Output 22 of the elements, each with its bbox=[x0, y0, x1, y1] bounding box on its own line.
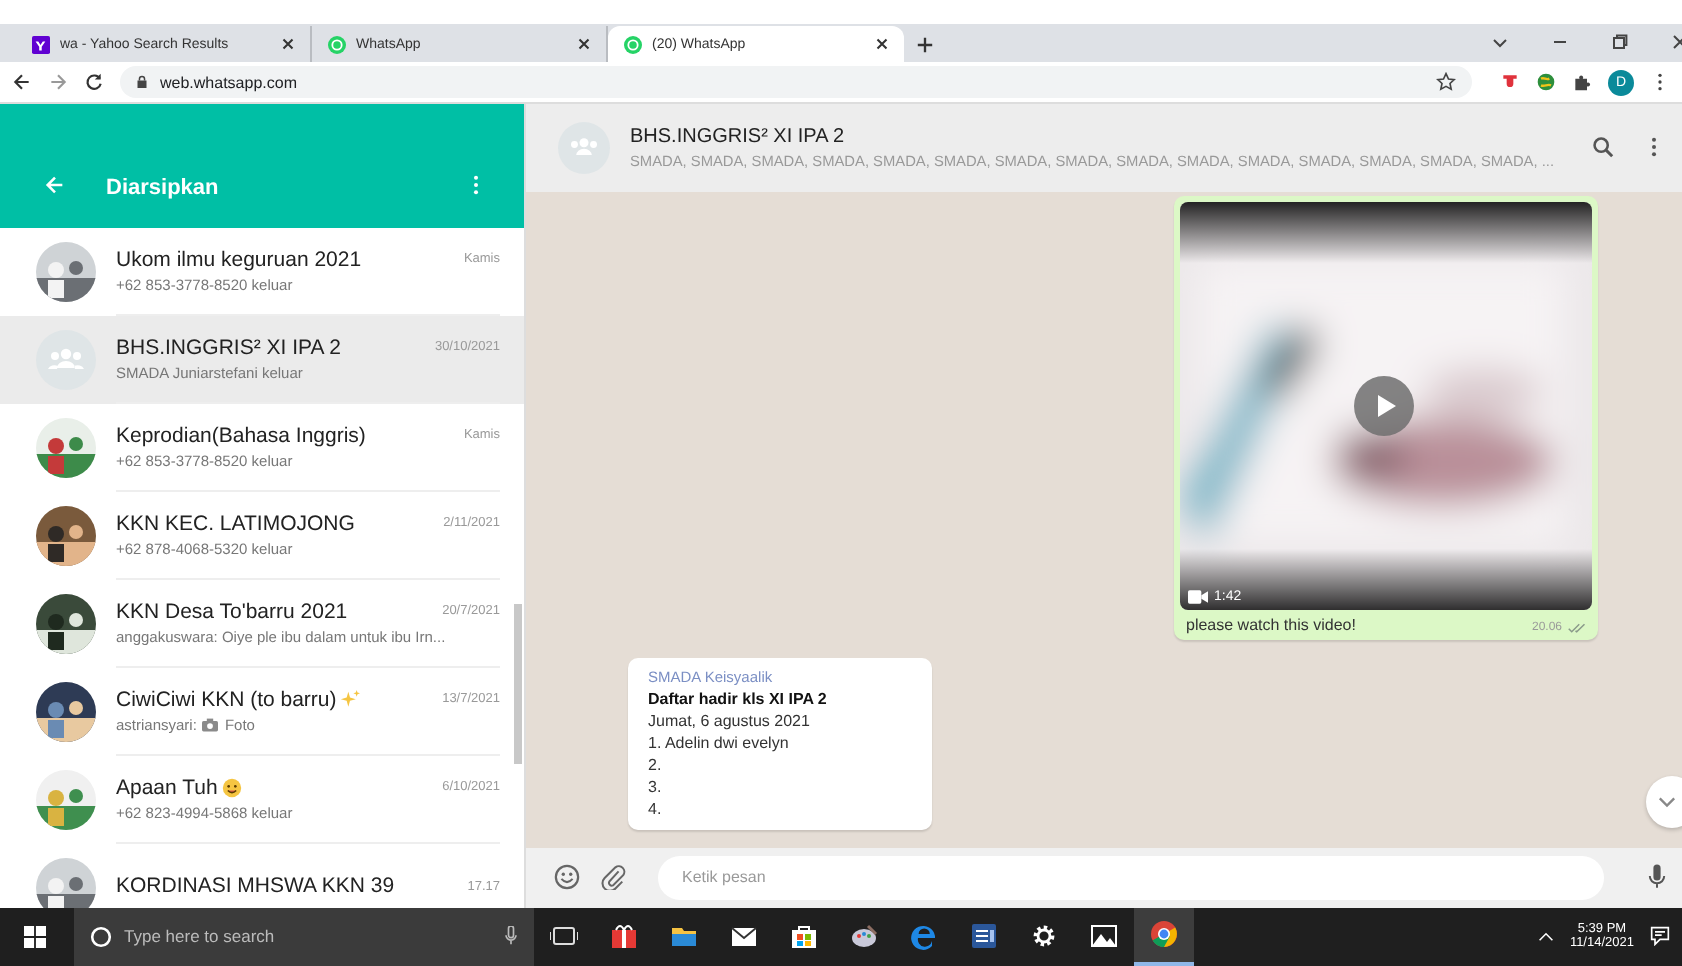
message-heading: Daftar hadir kls XI IPA 2 bbox=[648, 689, 829, 708]
chat-name: Apaan Tuh bbox=[116, 775, 218, 800]
header-title: Diarsipkan bbox=[106, 175, 221, 200]
message-line: 2. bbox=[648, 755, 664, 774]
search-placeholder: Type here to search bbox=[124, 926, 275, 947]
message-line: Jumat, 6 agustus 2021 bbox=[648, 711, 812, 730]
chat-name: Keprodian(Bahasa Inggris) bbox=[116, 423, 366, 448]
chat-name: CiwiCiwi KKN (to barru) bbox=[116, 687, 337, 712]
chat-name: KORDINASI MHSWA KKN 39 bbox=[116, 874, 395, 899]
message-line: 3. bbox=[648, 777, 664, 796]
chat-name: Ukom ilmu keguruan 2021 bbox=[116, 247, 362, 272]
chat-title[interactable]: BHS.INGGRIS² XI IPA 2 bbox=[630, 125, 1556, 148]
message-text: please watch this video! bbox=[1186, 615, 1358, 634]
message-line: 1. Adelin dwi evelyn bbox=[648, 733, 791, 752]
chat-name: KKN Desa To'barru 2021 bbox=[116, 599, 348, 624]
message-line: 4. bbox=[648, 799, 664, 818]
chat-name: BHS.INGGRIS² XI IPA 2 bbox=[116, 335, 341, 360]
url-text: web.whatsapp.com bbox=[160, 73, 297, 92]
taskbar-search-field[interactable]: Type here to search bbox=[74, 907, 534, 966]
chat-name: KKN KEC. LATIMOJONG bbox=[116, 511, 355, 536]
message-input[interactable]: Ketik pesan bbox=[658, 855, 1604, 900]
address-bar[interactable]: web.whatsapp.com bbox=[120, 66, 1472, 99]
